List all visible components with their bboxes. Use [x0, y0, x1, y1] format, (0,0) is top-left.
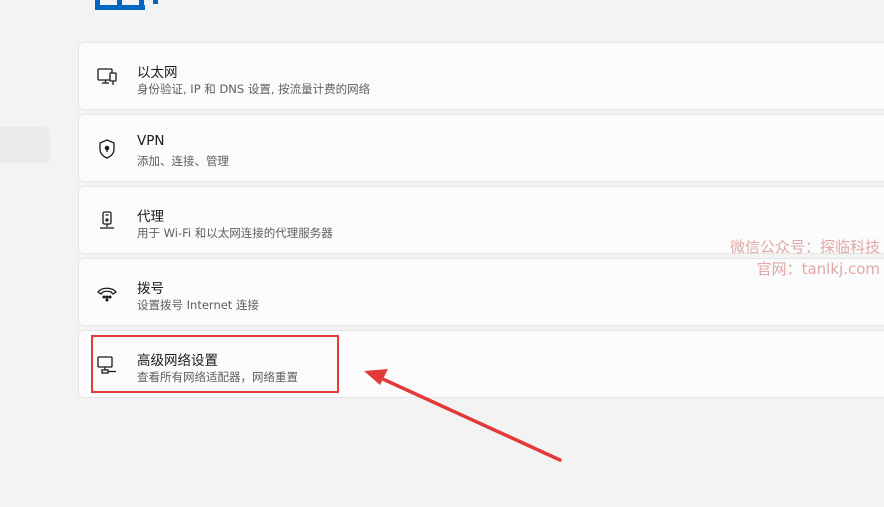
proxy-title: 代理 — [137, 209, 164, 225]
dialup-icon — [95, 281, 119, 305]
watermark-line2: 官网：tanlkj.com — [756, 260, 880, 278]
ethernet-item[interactable]: 以太网 身份验证, IP 和 DNS 设置, 按流量计费的网络 — [78, 42, 884, 110]
dialup-title: 拨号 — [137, 281, 164, 297]
highlight-box — [91, 335, 339, 393]
proxy-icon — [95, 209, 119, 233]
ethernet-title: 以太网 — [137, 65, 178, 81]
watermark: 微信公众号：探临科技 官网：tanlkj.com — [730, 236, 880, 280]
pointer-arrow — [364, 369, 562, 462]
sidebar-selected-item[interactable] — [0, 127, 50, 163]
vpn-item[interactable]: VPN 添加、连接、管理 — [78, 114, 884, 182]
vpn-title: VPN — [137, 133, 165, 149]
network-header-icon — [95, 0, 158, 10]
dialup-description: 设置拨号 Internet 连接 — [137, 298, 259, 312]
ethernet-icon — [95, 65, 119, 89]
watermark-line1: 微信公众号：探临科技 — [729, 238, 880, 256]
proxy-description: 用于 Wi-Fi 和以太网连接的代理服务器 — [137, 226, 333, 240]
vpn-description: 添加、连接、管理 — [137, 154, 229, 168]
ethernet-description: 身份验证, IP 和 DNS 设置, 按流量计费的网络 — [137, 82, 371, 96]
vpn-shield-icon — [95, 137, 119, 161]
